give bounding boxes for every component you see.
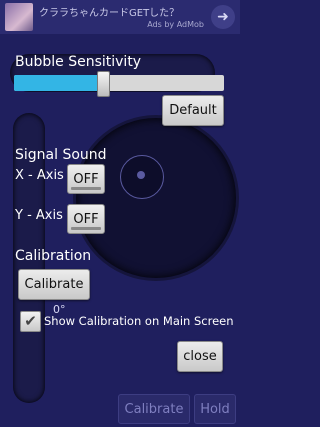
bubble-indicator — [137, 171, 145, 179]
background-calibrate-button: Calibrate — [118, 394, 190, 424]
background-hold-button: Hold — [194, 394, 236, 424]
y-axis-sound-toggle[interactable]: OFF — [67, 204, 105, 234]
sensitivity-slider-fill — [14, 75, 102, 91]
signal-sound-label: Signal Sound — [15, 147, 107, 163]
bullseye-level — [76, 118, 236, 278]
ad-attribution: Ads by AdMob — [147, 20, 204, 29]
ad-title: クララちゃんカードGETした？ — [39, 8, 180, 19]
default-button[interactable]: Default — [162, 95, 224, 126]
ad-thumbnail — [5, 3, 33, 31]
sensitivity-slider-thumb[interactable] — [97, 71, 110, 97]
sensitivity-label: Bubble Sensitivity — [15, 54, 142, 70]
show-calibration-label: Show Calibration on Main Screen — [44, 314, 234, 328]
close-button[interactable]: close — [177, 341, 223, 372]
x-axis-label: X - Axis — [15, 168, 64, 183]
calibration-label: Calibration — [15, 248, 92, 264]
y-axis-label: Y - Axis — [15, 208, 63, 223]
calibrate-button[interactable]: Calibrate — [18, 269, 90, 300]
ad-banner[interactable]: クララちゃんカードGETした？ Ads by AdMob ➜ — [0, 0, 240, 34]
x-axis-sound-toggle[interactable]: OFF — [67, 164, 105, 194]
checkmark-icon: ✔ — [24, 312, 37, 330]
show-calibration-checkbox[interactable]: ✔ — [20, 311, 41, 332]
arrow-right-icon[interactable]: ➜ — [211, 5, 235, 29]
